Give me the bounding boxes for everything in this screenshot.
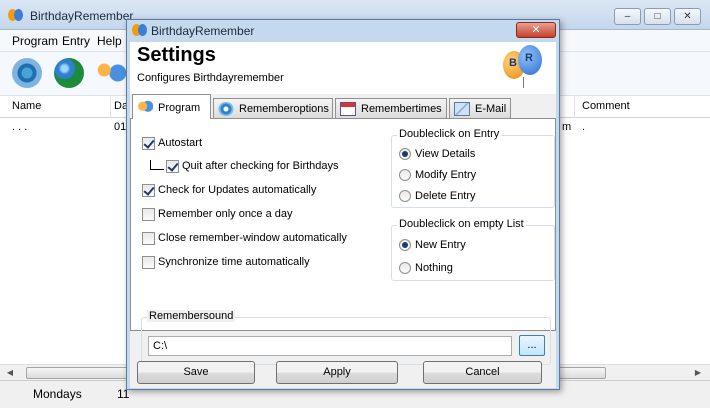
radio-dot[interactable]: [399, 262, 411, 274]
cell-comment: .: [582, 121, 586, 133]
tab-panel-program: Autostart Quit after checking for Birthd…: [130, 118, 556, 331]
column-separator: [574, 96, 575, 118]
settings-gear-icon[interactable]: [12, 58, 42, 88]
doubleclick-empty-list-group: Doubleclick on empty List New Entry Noth…: [391, 218, 555, 281]
dialog-close-button[interactable]: ✕: [516, 22, 556, 38]
tab-remembertimes[interactable]: Remembertimes: [335, 98, 447, 118]
cell-date: 01: [114, 121, 127, 133]
column-header-comment[interactable]: Comment: [582, 100, 630, 112]
cell-partial: m: [562, 121, 572, 133]
tab-program[interactable]: Program: [132, 94, 211, 119]
tab-email[interactable]: E-Mail: [449, 98, 511, 118]
radio-dot[interactable]: [399, 190, 411, 202]
checkbox-box[interactable]: [142, 137, 155, 150]
radio-dot[interactable]: [399, 169, 411, 181]
cancel-button[interactable]: Cancel: [423, 361, 542, 384]
remembersound-path-input[interactable]: [148, 336, 512, 356]
cell-name: . . .: [12, 121, 28, 133]
checkbox-box[interactable]: [142, 256, 155, 269]
column-header-name[interactable]: Name: [12, 100, 41, 112]
browse-sound-button[interactable]: ...: [519, 335, 545, 356]
app-logo-icon: [132, 23, 148, 39]
globe-icon[interactable]: [54, 58, 84, 88]
checkbox-box[interactable]: [142, 232, 155, 245]
birthday-balloons-logo-icon: B R: [503, 45, 547, 89]
apply-button[interactable]: Apply: [276, 361, 398, 384]
page-title: Settings: [137, 44, 216, 66]
balloons-icon: [137, 100, 153, 114]
column-separator: [110, 96, 111, 118]
checkbox-box[interactable]: [142, 208, 155, 221]
minimize-button[interactable]: –: [614, 8, 641, 25]
scroll-left-icon[interactable]: ◀: [2, 365, 18, 381]
close-button[interactable]: ✕: [674, 8, 701, 25]
menu-program[interactable]: Program: [12, 34, 58, 48]
menu-help[interactable]: Help: [97, 34, 122, 48]
radio-dot[interactable]: [399, 148, 411, 160]
radio-dot[interactable]: [399, 239, 411, 251]
app-logo-icon: [8, 8, 24, 24]
maximize-button[interactable]: □: [644, 8, 671, 25]
status-mondays: Mondays: [33, 387, 82, 401]
checkbox-box[interactable]: [142, 184, 155, 197]
save-button[interactable]: Save: [137, 361, 255, 384]
tree-connector: [150, 160, 164, 170]
menu-entry[interactable]: Entry: [62, 34, 90, 48]
scroll-right-icon[interactable]: ▶: [690, 365, 706, 381]
balloons-icon[interactable]: [94, 58, 128, 88]
dialog-title: BirthdayRemember: [151, 24, 255, 38]
gear-icon: [218, 102, 234, 116]
settings-dialog: BirthdayRemember ✕ Settings Configures B…: [126, 19, 560, 390]
dialog-header: Settings Configures Birthdayremember B R: [130, 42, 556, 94]
page-subtitle: Configures Birthdayremember: [137, 72, 284, 84]
calendar-icon: [340, 102, 356, 116]
checkbox-box[interactable]: [166, 160, 179, 173]
main-window-title: BirthdayRemember: [30, 9, 134, 23]
mail-icon: [454, 102, 470, 116]
dialog-titlebar[interactable]: BirthdayRemember ✕: [127, 20, 559, 42]
tab-bar: Program Rememberoptions Remembertimes E-…: [130, 94, 556, 119]
dialog-client: Settings Configures Birthdayremember B R…: [130, 42, 556, 388]
doubleclick-entry-group: Doubleclick on Entry View Details Modify…: [391, 128, 555, 208]
tab-rememberoptions[interactable]: Rememberoptions: [213, 98, 333, 118]
